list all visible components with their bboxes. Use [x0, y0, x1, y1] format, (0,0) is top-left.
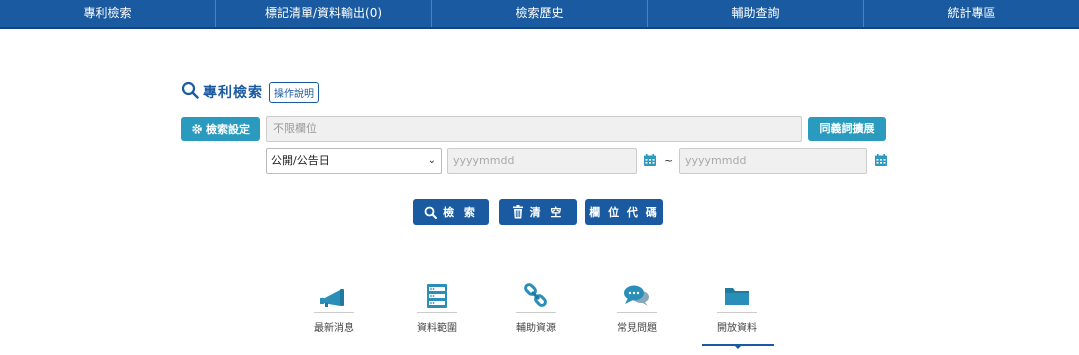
link-icon [524, 283, 547, 307]
active-indicator-arrow [734, 345, 742, 349]
date-to-input[interactable]: yyyymmdd [679, 148, 867, 174]
nav-item-patent-search[interactable]: 專利檢索 [0, 0, 216, 28]
folder-icon [725, 288, 749, 305]
feature-label: 常見問題 [617, 323, 657, 334]
feature-label: 最新消息 [314, 323, 354, 334]
top-nav: 專利檢索 標記清單/資料輸出(0) 檢索歷史 輔助查詢 統計專區 [0, 0, 1079, 28]
date-range-separator: ~ [664, 154, 674, 167]
calendar-icon[interactable] [643, 153, 657, 167]
date-from-input[interactable]: yyyymmdd [447, 148, 637, 174]
server-icon [427, 284, 447, 308]
trash-icon [512, 205, 523, 219]
search-title-row: 專利檢索 操作說明 [181, 81, 319, 103]
clear-button[interactable]: 清 空 [499, 199, 577, 225]
feature-label: 開放資料 [717, 323, 757, 334]
feature-data-range[interactable]: 資料範圍 [407, 282, 467, 334]
main-search-input[interactable]: 不限欄位 [266, 116, 802, 142]
nav-item-aux-query[interactable]: 輔助查詢 [648, 0, 864, 28]
help-button[interactable]: 操作說明 [269, 81, 319, 103]
search-settings-button[interactable]: 檢索設定 [181, 117, 260, 141]
search-settings-label: 檢索設定 [206, 123, 250, 136]
search-icon [181, 81, 199, 103]
field-code-button[interactable]: 欄 位 代 碼 [585, 199, 663, 225]
date-field-select[interactable]: 公開/公告日 ⌄ [266, 148, 442, 174]
nav-item-search-history[interactable]: 檢索歷史 [432, 0, 648, 28]
chevron-down-icon: ⌄ [427, 155, 436, 166]
calendar-icon[interactable] [874, 153, 888, 167]
feature-aux-resources[interactable]: 輔助資源 [506, 282, 566, 334]
page-title: 專利檢索 [203, 85, 263, 101]
clear-button-label: 清 空 [529, 206, 565, 219]
feature-faq[interactable]: 常見問題 [607, 282, 667, 334]
feature-latest-news[interactable]: 最新消息 [304, 282, 364, 334]
chat-icon [624, 285, 649, 306]
search-button[interactable]: 檢 索 [413, 199, 489, 225]
search-icon [424, 206, 438, 219]
feature-label: 資料範圍 [417, 323, 457, 334]
gear-icon [192, 124, 202, 134]
synonym-expand-button[interactable]: 同義詞擴展 [808, 117, 886, 141]
nav-item-marked-list[interactable]: 標記清單/資料輸出(0) [216, 0, 432, 28]
feature-open-data[interactable]: 開放資料 [707, 282, 767, 334]
megaphone-icon [320, 289, 344, 307]
search-button-label: 檢 索 [443, 206, 478, 219]
field-code-button-label: 欄 位 代 碼 [589, 206, 659, 219]
nav-divider [0, 27, 1079, 29]
date-field-value: 公開/公告日 [271, 154, 330, 167]
nav-item-statistics[interactable]: 統計專區 [864, 0, 1079, 28]
feature-label: 輔助資源 [516, 323, 556, 334]
